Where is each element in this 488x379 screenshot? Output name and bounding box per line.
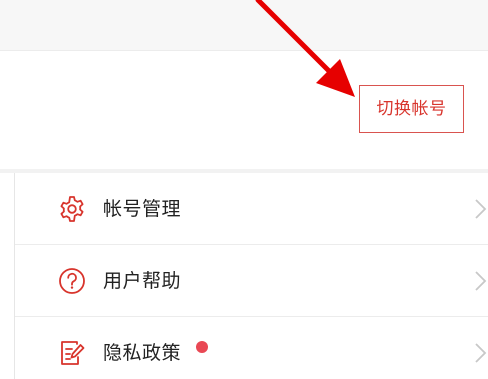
chevron-right-icon bbox=[475, 271, 487, 291]
settings-screen: 切换帐号 帐号管理 用户帮助 隐私政策 bbox=[0, 0, 488, 379]
menu-item-label: 隐私政策 bbox=[103, 342, 182, 364]
menu-item-privacy-policy[interactable]: 隐私政策 bbox=[15, 317, 488, 379]
menu-item-label: 帐号管理 bbox=[103, 198, 182, 220]
chevron-right-icon bbox=[475, 343, 487, 363]
left-edge-strip bbox=[0, 173, 15, 379]
notification-dot bbox=[196, 341, 208, 353]
switch-account-button[interactable]: 切换帐号 bbox=[359, 85, 464, 133]
menu-item-user-help[interactable]: 用户帮助 bbox=[15, 245, 488, 317]
gear-icon bbox=[60, 196, 84, 222]
question-circle-icon bbox=[59, 268, 85, 294]
header-band bbox=[0, 0, 488, 51]
chevron-right-icon bbox=[475, 199, 487, 219]
edit-document-icon bbox=[61, 341, 85, 365]
menu-item-label: 用户帮助 bbox=[103, 270, 182, 292]
menu-item-account-management[interactable]: 帐号管理 bbox=[15, 173, 488, 245]
